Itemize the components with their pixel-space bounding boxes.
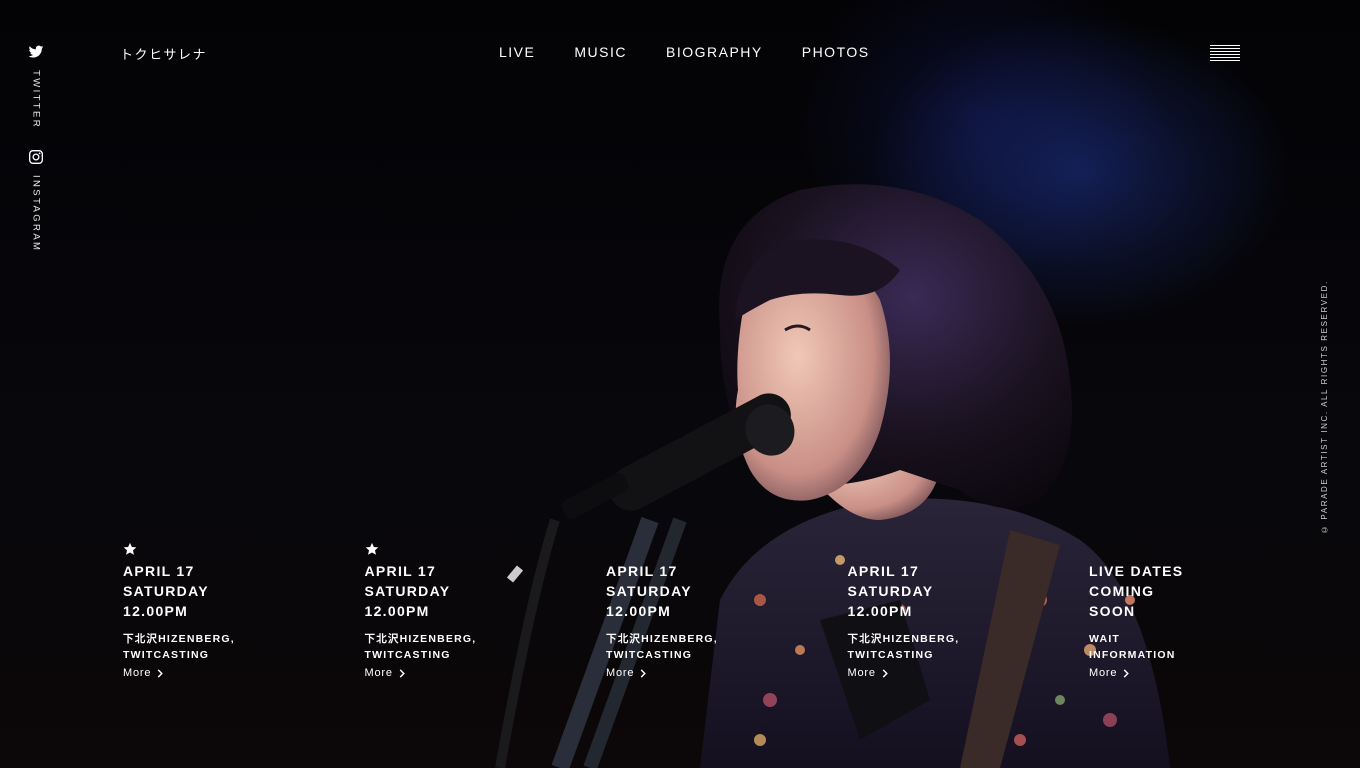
twitter-label: TWITTER xyxy=(30,70,42,130)
more-label: More xyxy=(606,667,635,679)
more-link[interactable]: More xyxy=(1089,665,1130,681)
hamburger-menu-icon[interactable] xyxy=(1210,45,1240,61)
instagram-label: INSTAGRAM xyxy=(30,175,42,253)
event-date: LIVE DATES xyxy=(1089,563,1184,579)
event-item: APRIL 17 SATURDAY 12.00PM 下北沢HIZENBERG, … xyxy=(123,542,365,681)
event-venue: 下北沢HIZENBERG, TWITCASTING xyxy=(606,631,848,663)
event-venue-line2: TWITCASTING xyxy=(847,649,934,661)
instagram-icon xyxy=(29,150,43,165)
chevron-right-icon xyxy=(1123,668,1130,678)
more-label: More xyxy=(1089,667,1118,679)
event-date: APRIL 17 xyxy=(847,563,920,579)
event-item: APRIL 17 SATURDAY 12.00PM 下北沢HIZENBERG, … xyxy=(848,542,1090,681)
event-time: 12.00PM xyxy=(123,603,189,619)
event-venue-line1: WAIT xyxy=(1089,633,1121,645)
event-venue-line1: 下北沢HIZENBERG, xyxy=(364,633,477,645)
event-time: 12.00PM xyxy=(847,603,913,619)
event-time: 12.00PM xyxy=(364,603,430,619)
site-logo[interactable]: トクヒサレナ xyxy=(120,44,207,63)
page: TWITTER INSTAGRAM トクヒサレナ LIVE MUSIC BIOG… xyxy=(0,0,1360,768)
event-time: SOON xyxy=(1089,603,1136,619)
event-day: COMING xyxy=(1089,583,1155,599)
event-venue-line2: TWITCASTING xyxy=(123,649,210,661)
event-venue-line2: TWITCASTING xyxy=(364,649,451,661)
event-venue: 下北沢HIZENBERG, TWITCASTING xyxy=(365,631,607,663)
event-day: SATURDAY xyxy=(606,583,692,599)
more-label: More xyxy=(847,667,876,679)
event-venue-line1: 下北沢HIZENBERG, xyxy=(847,633,960,645)
instagram-link[interactable]: INSTAGRAM xyxy=(28,149,44,252)
event-date: APRIL 17 xyxy=(123,563,195,579)
event-date: APRIL 17 xyxy=(364,563,437,579)
chevron-right-icon xyxy=(399,668,405,678)
event-venue-line1: 下北沢HIZENBERG, xyxy=(606,633,718,645)
event-day: SATURDAY xyxy=(847,583,934,599)
nav-photos[interactable]: PHOTOS xyxy=(802,44,870,60)
event-day: SATURDAY xyxy=(364,583,451,599)
chevron-right-icon xyxy=(157,668,164,678)
twitter-icon xyxy=(28,45,44,58)
copyright-text: © PARADE ARTIST INC. ALL RIGHTS RESERVED… xyxy=(1320,280,1329,534)
more-label: More xyxy=(364,667,393,679)
more-label: More xyxy=(123,667,152,679)
event-item-coming-soon: LIVE DATES COMING SOON WAIT INFORMATION … xyxy=(1089,542,1331,681)
event-item: APRIL 17 SATURDAY 12.00PM 下北沢HIZENBERG, … xyxy=(365,542,607,681)
chevron-right-icon xyxy=(882,668,888,678)
event-venue: 下北沢HIZENBERG, TWITCASTING xyxy=(848,631,1090,663)
more-link[interactable]: More xyxy=(365,665,406,681)
nav-music[interactable]: MUSIC xyxy=(574,44,627,60)
event-venue: 下北沢HIZENBERG, TWITCASTING xyxy=(123,631,365,663)
event-venue-line1: 下北沢HIZENBERG, xyxy=(123,633,235,645)
event-venue-line2: INFORMATION xyxy=(1089,649,1176,661)
event-venue-line2: TWITCASTING xyxy=(606,649,693,661)
social-sidebar: TWITTER INSTAGRAM xyxy=(24,44,48,252)
event-date: APRIL 17 xyxy=(606,563,678,579)
main-nav: LIVE MUSIC BIOGRAPHY PHOTOS xyxy=(499,44,909,60)
live-events-list: APRIL 17 SATURDAY 12.00PM 下北沢HIZENBERG, … xyxy=(123,542,1331,681)
chevron-right-icon xyxy=(640,668,647,678)
event-day: SATURDAY xyxy=(123,583,209,599)
nav-live[interactable]: LIVE xyxy=(499,44,535,60)
more-link[interactable]: More xyxy=(606,665,647,681)
twitter-link[interactable]: TWITTER xyxy=(28,44,44,129)
nav-biography[interactable]: BIOGRAPHY xyxy=(666,44,763,60)
event-item: APRIL 17 SATURDAY 12.00PM 下北沢HIZENBERG, … xyxy=(606,542,848,681)
star-icon xyxy=(365,542,378,555)
event-time: 12.00PM xyxy=(606,603,672,619)
more-link[interactable]: More xyxy=(848,665,889,681)
event-venue: WAIT INFORMATION xyxy=(1089,631,1331,663)
more-link[interactable]: More xyxy=(123,665,164,681)
star-icon xyxy=(123,542,137,555)
